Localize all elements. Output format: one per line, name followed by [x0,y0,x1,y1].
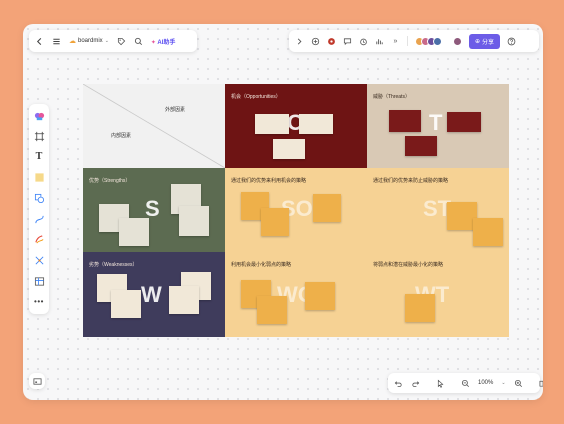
strengths-cell[interactable]: 优势（Strengths） S [83,168,225,252]
chevron-down-icon[interactable]: ⌄ [501,380,505,386]
sticky-note[interactable] [447,112,481,132]
avatar [433,36,442,46]
cloud-icon: ☁ [69,38,76,45]
wt-strategy-title: 将弱点和潜在威胁最小化的策略 [373,262,444,268]
diagonal-divider [83,84,225,168]
user-avatar[interactable] [453,36,462,46]
weaknesses-letter: W [141,282,162,307]
sticky-note-icon[interactable] [33,172,45,184]
search-icon[interactable] [134,37,143,46]
book-icon[interactable] [539,379,543,388]
external-factors-label: 外部因素 [165,107,186,113]
strengths-title: 优势（Strengths） [89,178,131,184]
ai-icon: ✦ [150,39,156,46]
minimap-toggle[interactable] [29,373,45,389]
redo-icon[interactable] [411,379,420,388]
expand-icon[interactable] [295,37,304,46]
sticky-note[interactable] [389,110,421,132]
palette-icon[interactable] [327,37,336,46]
threats-letter: T [429,110,443,135]
timer-icon[interactable] [359,37,368,46]
comment-icon[interactable] [343,37,352,46]
wo-strategy-cell[interactable]: 利用机会最小化弱点的策略 WO [225,252,367,337]
sticky-note[interactable] [111,290,141,318]
board-name-label: boardmix [78,38,103,44]
sticky-note[interactable] [313,194,341,222]
divider [407,36,408,46]
wo-strategy-title: 利用机会最小化弱点的策略 [231,262,292,268]
sticky-note[interactable] [119,218,149,246]
weaknesses-cell[interactable]: 劣势（Weaknesses） W [83,252,225,337]
sticky-note[interactable] [299,114,333,134]
sticky-note[interactable] [169,286,199,314]
help-icon[interactable] [507,37,516,46]
text-icon[interactable]: T [33,151,45,163]
sticky-note[interactable] [179,206,209,236]
sticky-note[interactable] [305,282,335,310]
zoom-out-icon[interactable] [461,379,470,388]
template-icon[interactable] [33,110,45,122]
share-button[interactable]: ⊕ 分享 [469,33,501,49]
chart-icon[interactable] [375,37,384,46]
threats-cell[interactable]: 威胁（Threats） T [367,84,509,168]
wt-strategy-cell[interactable]: 将弱点和潜在威胁最小化的策略 WT [367,252,509,337]
top-right-toolbar: » ⊕ 分享 [289,30,539,52]
ai-assistant-label: AI助手 [157,39,176,46]
threats-title: 威胁（Threats） [373,94,410,100]
more-icon[interactable]: » [391,37,400,46]
opportunities-title: 机会（Opportunities） [231,94,281,100]
sticky-note[interactable] [273,139,305,159]
collaborators[interactable] [415,36,442,46]
sticky-note[interactable] [473,218,503,246]
sticky-note[interactable] [405,294,435,322]
board-name[interactable]: ☁ boardmix ⌄ [69,37,109,45]
st-strategy-cell[interactable]: 通过我们的优势来防止威胁的策略 ST [367,168,509,252]
sticky-note[interactable] [405,136,437,156]
zoom-in-icon[interactable] [514,379,523,388]
share-label: 分享 [482,39,495,46]
add-circle-icon[interactable] [311,37,320,46]
weaknesses-title: 劣势（Weaknesses） [89,262,138,268]
shape-icon[interactable] [33,193,45,205]
pen-icon[interactable] [33,234,45,246]
back-icon[interactable] [35,37,44,46]
app-window: ☁ boardmix ⌄ ✦ AI助手 » ⊕ 分享 T ••• 100% ⌄ … [23,24,543,400]
so-strategy-title: 通过我们的优势来利用机会的策略 [231,178,307,184]
pointer-icon[interactable] [436,379,445,388]
zoom-level[interactable]: 100% [478,380,493,386]
top-left-toolbar: ☁ boardmix ⌄ ✦ AI助手 [29,30,197,52]
frame-icon[interactable] [33,131,45,143]
so-strategy-cell[interactable]: 通过我们的优势来利用机会的策略 SO [225,168,367,252]
swot-board[interactable]: 外部因素 内部因素 机会（Opportunities） O 威胁（Threats… [83,84,509,337]
left-tool-palette: T ••• [29,104,49,314]
zoom-toolbar: 100% ⌄ [388,373,543,393]
minimap-icon [32,377,42,386]
sticky-note[interactable] [257,296,287,324]
internal-factors-label: 内部因素 [111,133,132,139]
swot-header-cell[interactable]: 外部因素 内部因素 [83,84,225,168]
sticky-note[interactable] [261,208,289,236]
ai-assistant-button[interactable]: ✦ AI助手 [151,37,176,46]
sticky-note[interactable] [255,114,289,134]
menu-icon[interactable] [52,37,61,46]
connector-icon[interactable] [33,213,45,225]
add-user-icon: ⊕ [475,38,481,45]
table-icon[interactable] [33,275,45,287]
st-strategy-title: 通过我们的优势来防止威胁的策略 [373,178,449,184]
opportunities-cell[interactable]: 机会（Opportunities） O [225,84,367,168]
mindmap-icon[interactable] [33,255,45,267]
undo-icon[interactable] [394,379,403,388]
tag-icon[interactable] [117,37,126,46]
more-tools-icon[interactable]: ••• [33,296,45,308]
chevron-down-icon: ⌄ [104,38,109,44]
